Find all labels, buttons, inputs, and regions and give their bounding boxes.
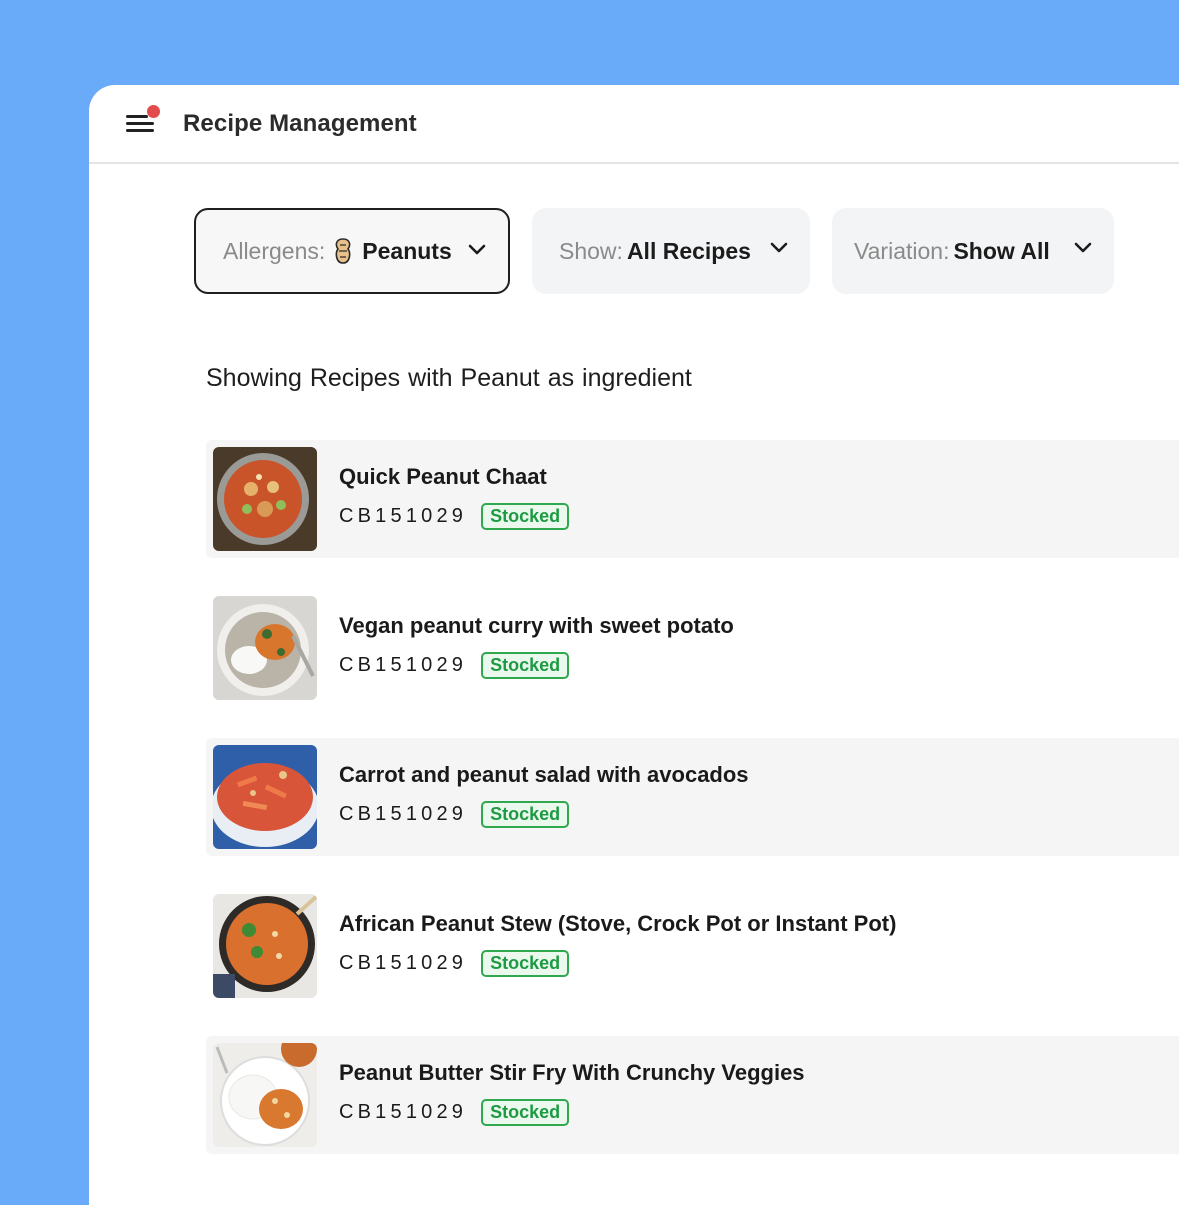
variation-filter-label: Variation: xyxy=(854,237,950,264)
recipe-thumbnail xyxy=(213,894,317,998)
recipe-info: African Peanut Stew (Stove, Crock Pot or… xyxy=(339,911,896,977)
status-badge: Stocked xyxy=(481,950,570,977)
recipe-row[interactable]: Vegan peanut curry with sweet potato CB1… xyxy=(206,589,1179,707)
recipe-row[interactable]: Peanut Butter Stir Fry With Crunchy Vegg… xyxy=(206,1036,1179,1154)
menu-button[interactable] xyxy=(125,104,160,138)
app-title: Recipe Management xyxy=(183,109,417,137)
recipe-title: Quick Peanut Chaat xyxy=(339,464,547,489)
recipe-list: Quick Peanut Chaat CB151029 Stocked Vega… xyxy=(206,440,1179,1185)
results-heading: Showing Recipes with Peanut as ingredien… xyxy=(206,364,692,392)
status-badge: Stocked xyxy=(481,1099,570,1126)
notification-dot xyxy=(147,104,160,118)
chevron-down-icon xyxy=(468,244,486,255)
variation-filter-value: Show All xyxy=(953,237,1050,264)
recipe-meta: CB151029 Stocked xyxy=(339,503,570,530)
recipe-thumbnail xyxy=(213,1043,317,1147)
recipe-title: Vegan peanut curry with sweet potato xyxy=(339,613,734,638)
recipe-code: CB151029 xyxy=(339,1101,468,1123)
recipe-meta: CB151029 Stocked xyxy=(339,950,896,977)
status-badge: Stocked xyxy=(481,503,570,530)
hamburger-menu-icon-line xyxy=(126,128,154,132)
recipe-info: Carrot and peanut salad with avocados CB… xyxy=(339,762,749,828)
chevron-down-icon xyxy=(1074,242,1092,253)
recipe-title: African Peanut Stew (Stove, Crock Pot or… xyxy=(339,911,897,936)
peanut-icon xyxy=(331,237,355,265)
chevron-down-icon xyxy=(770,242,788,253)
allergens-filter-label: Allergens: xyxy=(223,237,326,264)
show-filter-label: Show: xyxy=(559,237,623,264)
recipe-thumbnail xyxy=(213,745,317,849)
recipe-code: CB151029 xyxy=(339,952,468,974)
recipe-meta: CB151029 Stocked xyxy=(339,652,734,679)
allergens-filter-value: Peanuts xyxy=(362,237,452,264)
recipe-thumbnail xyxy=(213,596,317,700)
show-filter-value: All Recipes xyxy=(626,237,751,264)
recipe-title: Peanut Butter Stir Fry With Crunchy Vegg… xyxy=(339,1060,805,1085)
recipe-info: Vegan peanut curry with sweet potato CB1… xyxy=(339,613,734,679)
recipe-row[interactable]: Carrot and peanut salad with avocados CB… xyxy=(206,738,1179,856)
recipe-code: CB151029 xyxy=(339,654,468,676)
recipe-code: CB151029 xyxy=(339,803,468,825)
recipe-info: Peanut Butter Stir Fry With Crunchy Vegg… xyxy=(339,1060,805,1126)
recipe-row[interactable]: Quick Peanut Chaat CB151029 Stocked xyxy=(206,440,1179,558)
recipe-meta: CB151029 Stocked xyxy=(339,1099,805,1126)
recipe-info: Quick Peanut Chaat CB151029 Stocked xyxy=(339,464,570,530)
recipe-thumbnail xyxy=(213,447,317,551)
recipe-code: CB151029 xyxy=(339,505,468,527)
status-badge: Stocked xyxy=(481,801,570,828)
variation-filter-dropdown[interactable]: Variation: Show All xyxy=(832,208,1114,294)
hamburger-menu-icon-line xyxy=(126,121,154,125)
show-filter-dropdown[interactable]: Show: All Recipes xyxy=(532,208,810,294)
filter-bar: Allergens: Peanuts Show: All Recipes Var… xyxy=(194,208,1136,294)
allergens-filter-dropdown[interactable]: Allergens: Peanuts xyxy=(194,208,510,294)
recipe-title: Carrot and peanut salad with avocados xyxy=(339,762,749,787)
recipe-meta: CB151029 Stocked xyxy=(339,801,749,828)
hamburger-menu-icon xyxy=(126,114,148,118)
status-badge: Stocked xyxy=(481,652,570,679)
top-bar: Recipe Management xyxy=(89,85,1179,164)
recipe-row[interactable]: African Peanut Stew (Stove, Crock Pot or… xyxy=(206,887,1179,1005)
